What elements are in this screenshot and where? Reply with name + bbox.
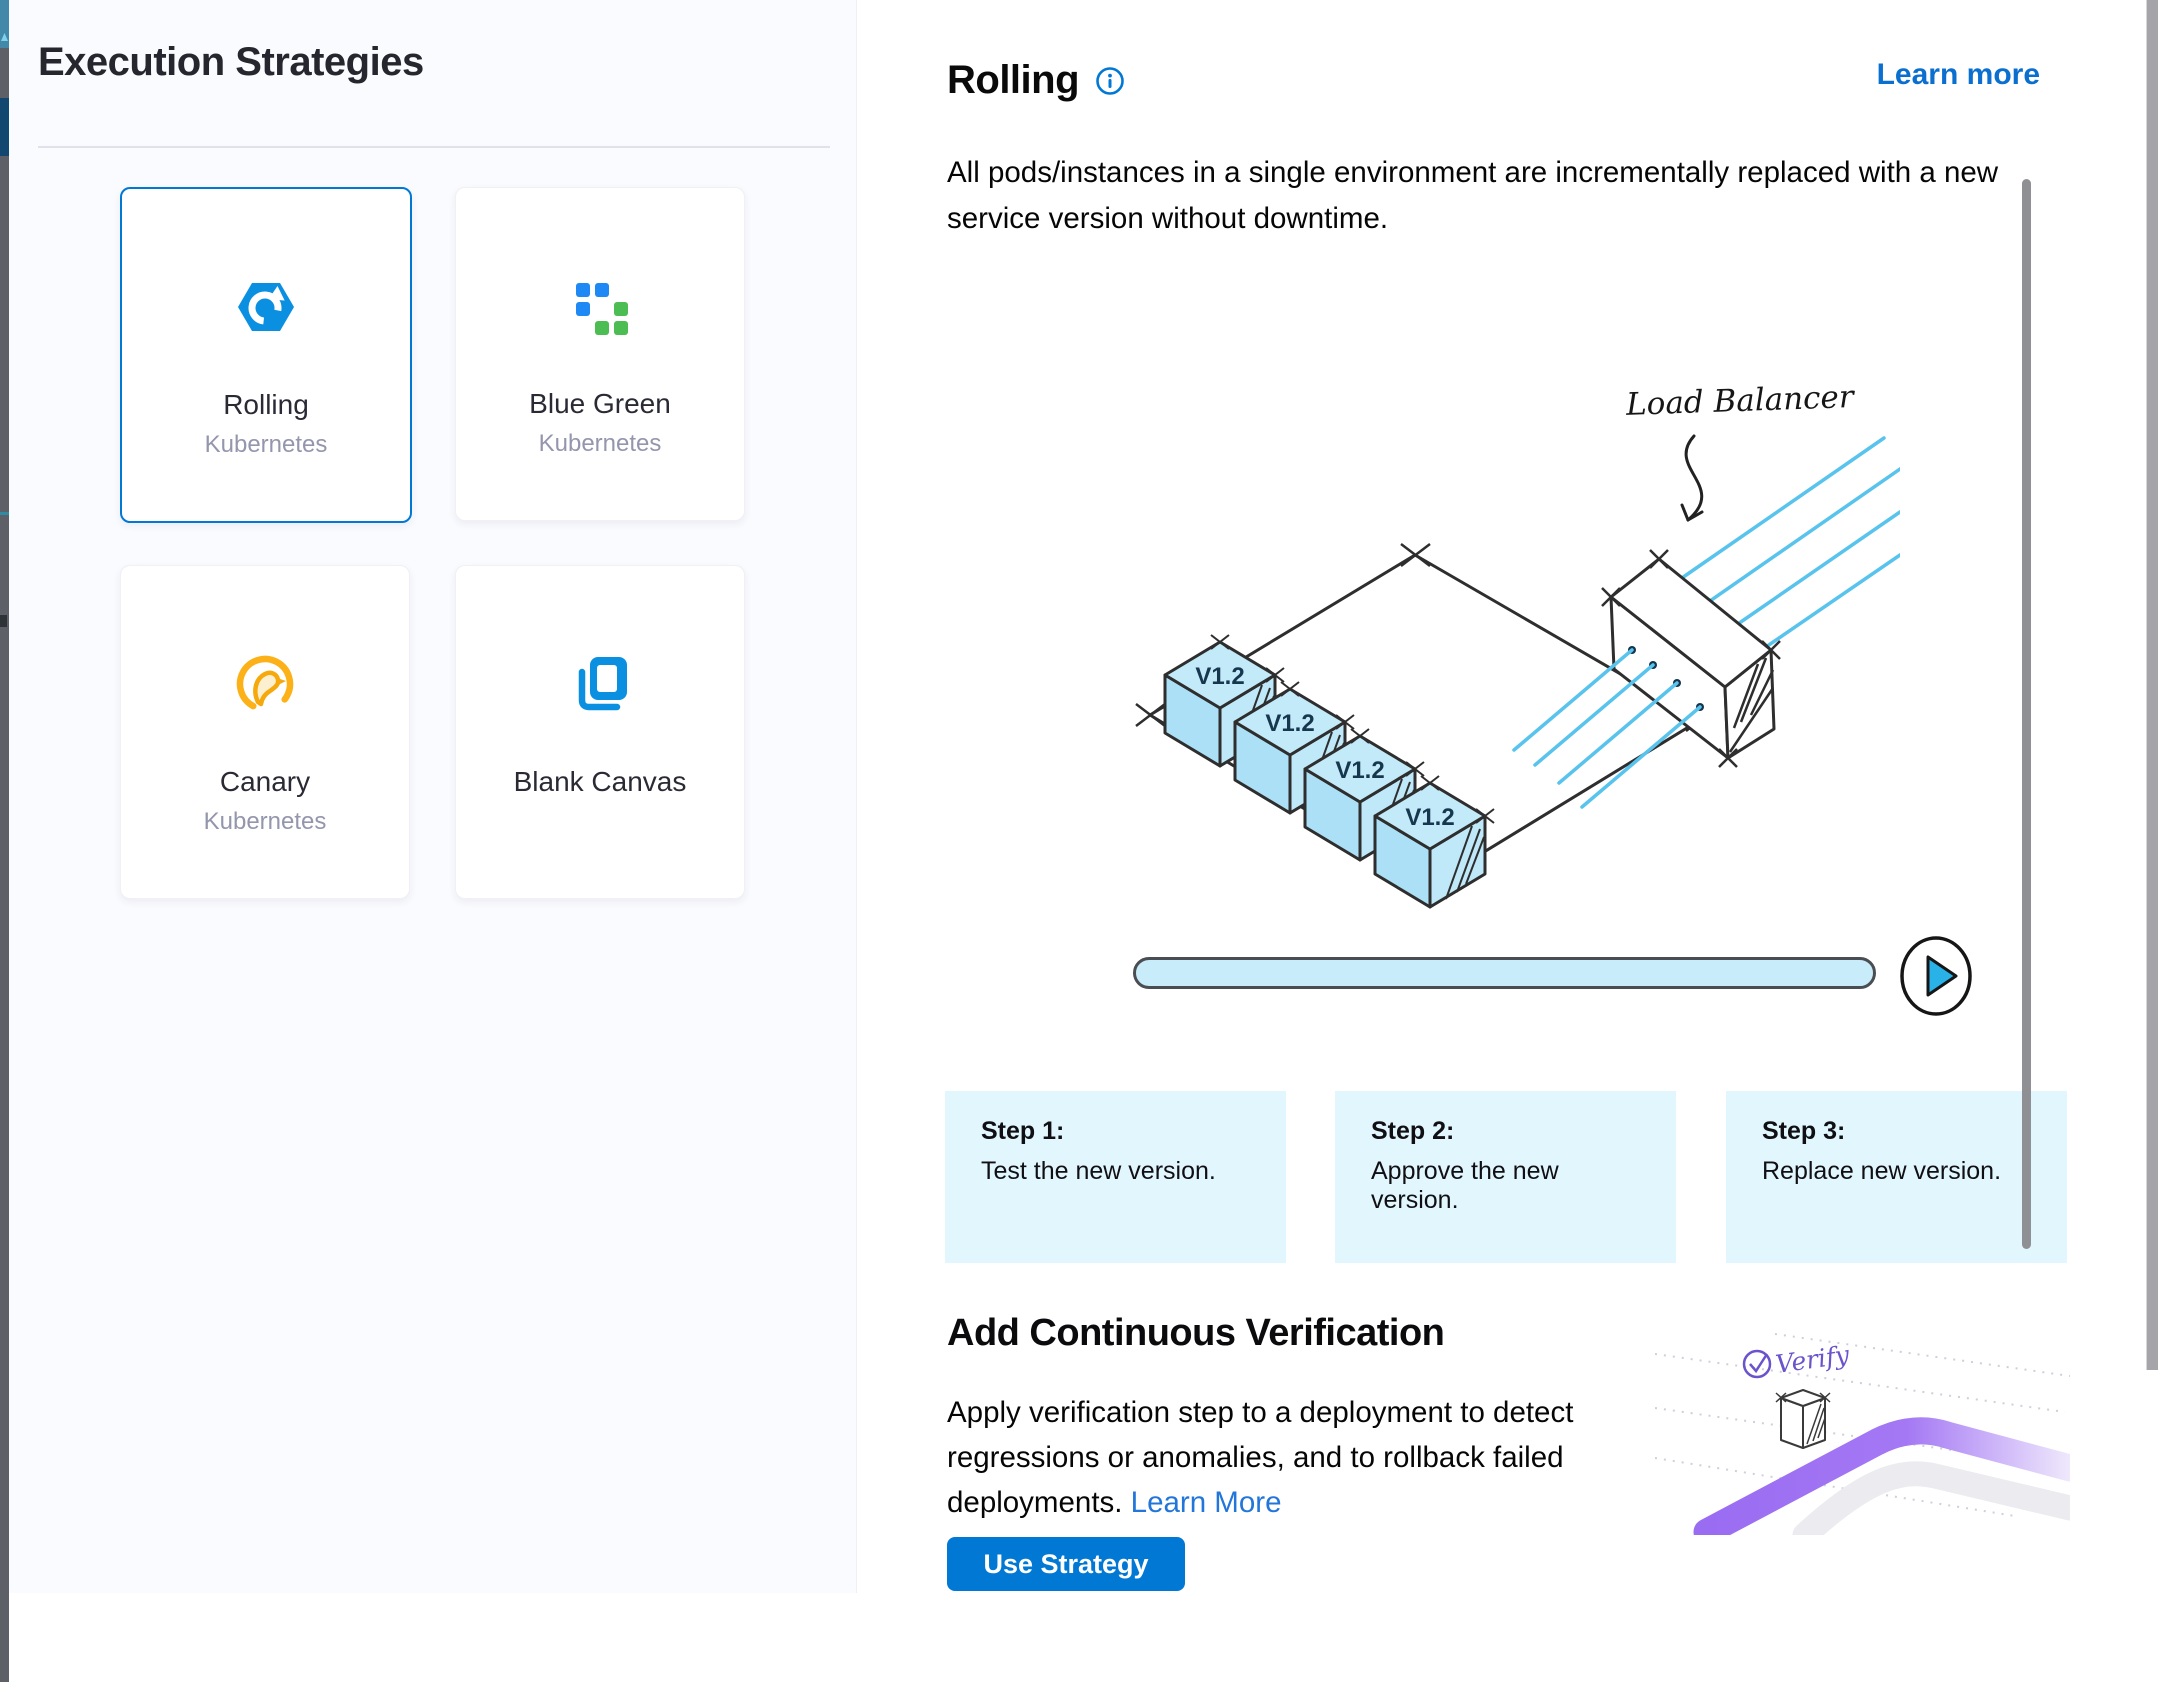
strategy-card-subtitle: Kubernetes	[204, 808, 327, 836]
info-icon[interactable]	[1095, 66, 1125, 96]
canary-icon	[233, 652, 297, 716]
strategy-card-title: Blue Green	[529, 388, 671, 420]
strategy-card-title: Blank Canvas	[514, 766, 687, 798]
step-text: Replace new version.	[1762, 1157, 2031, 1186]
learn-more-link[interactable]: Learn more	[1877, 58, 2040, 92]
verify-cube-sketch	[1776, 1390, 1830, 1448]
verification-title: Add Continuous Verification	[947, 1312, 1444, 1355]
cube-version-label: V1.2	[1335, 757, 1384, 784]
step-text: Test the new version.	[981, 1157, 1250, 1186]
verify-check-icon	[1744, 1351, 1770, 1377]
strategy-card-title: Rolling	[223, 389, 309, 421]
play-button[interactable]	[1896, 936, 1976, 1016]
strategy-card-title: Canary	[220, 766, 310, 798]
rolling-icon	[234, 275, 298, 339]
step-card-3: Step 3: Replace new version.	[1726, 1091, 2067, 1263]
detail-header: Rolling Learn more	[947, 58, 2040, 103]
step-title: Step 1:	[981, 1117, 1250, 1146]
load-balancer-label: Load Balancer	[1624, 379, 1856, 423]
step-text: Approve the new version.	[1371, 1157, 1640, 1215]
strategy-card-blank-canvas[interactable]: Blank Canvas	[455, 565, 745, 899]
strategy-card-blue-green[interactable]: Blue Green Kubernetes	[455, 187, 745, 521]
verification-description: Apply verification step to a deployment …	[947, 1390, 1597, 1525]
page-title: Execution Strategies	[38, 40, 424, 85]
cube-version-label: V1.2	[1195, 663, 1244, 690]
window-scrollbar[interactable]	[2146, 0, 2158, 1370]
animation-progress-bar[interactable]	[1133, 957, 1876, 989]
execution-strategies-modal: Execution Strategies Rolling Kubernetes	[0, 0, 2158, 1682]
sliver-nav-highlight	[0, 98, 9, 156]
strategy-card-canary[interactable]: Canary Kubernetes	[120, 565, 410, 899]
strategy-detail-title: Rolling	[947, 58, 1079, 103]
strategy-card-subtitle: Kubernetes	[205, 431, 328, 459]
use-strategy-button[interactable]: Use Strategy	[947, 1537, 1185, 1591]
strategy-description: All pods/instances in a single environme…	[947, 150, 2047, 242]
label-arrow	[1682, 436, 1702, 520]
verify-label: Verify	[1774, 1340, 1852, 1379]
step-title: Step 2:	[1371, 1117, 1640, 1146]
verify-illustration: Verify	[1655, 1328, 2070, 1535]
verification-learn-more-link[interactable]: Learn More	[1131, 1486, 1282, 1519]
blue-green-icon	[568, 274, 632, 338]
strategy-card-rolling[interactable]: Rolling Kubernetes	[120, 187, 412, 523]
gray-ribbon	[1805, 1474, 2070, 1535]
strategy-card-subtitle: Kubernetes	[539, 430, 662, 458]
title-divider	[38, 146, 830, 148]
cube-version-label: V1.2	[1405, 804, 1454, 831]
step-title: Step 3:	[1762, 1117, 2031, 1146]
step-card-2: Step 2: Approve the new version.	[1335, 1091, 1676, 1263]
underlying-page-sliver	[0, 0, 9, 1682]
blank-canvas-icon	[568, 652, 632, 716]
cube-version-label: V1.2	[1265, 710, 1314, 737]
sliver-cursor-mark	[0, 615, 7, 627]
sliver-divider	[0, 512, 9, 515]
rolling-illustration: V1.2 V1.2	[1090, 340, 1900, 910]
detail-pane-scrollbar[interactable]	[2022, 179, 2031, 1249]
step-card-1: Step 1: Test the new version.	[945, 1091, 1286, 1263]
